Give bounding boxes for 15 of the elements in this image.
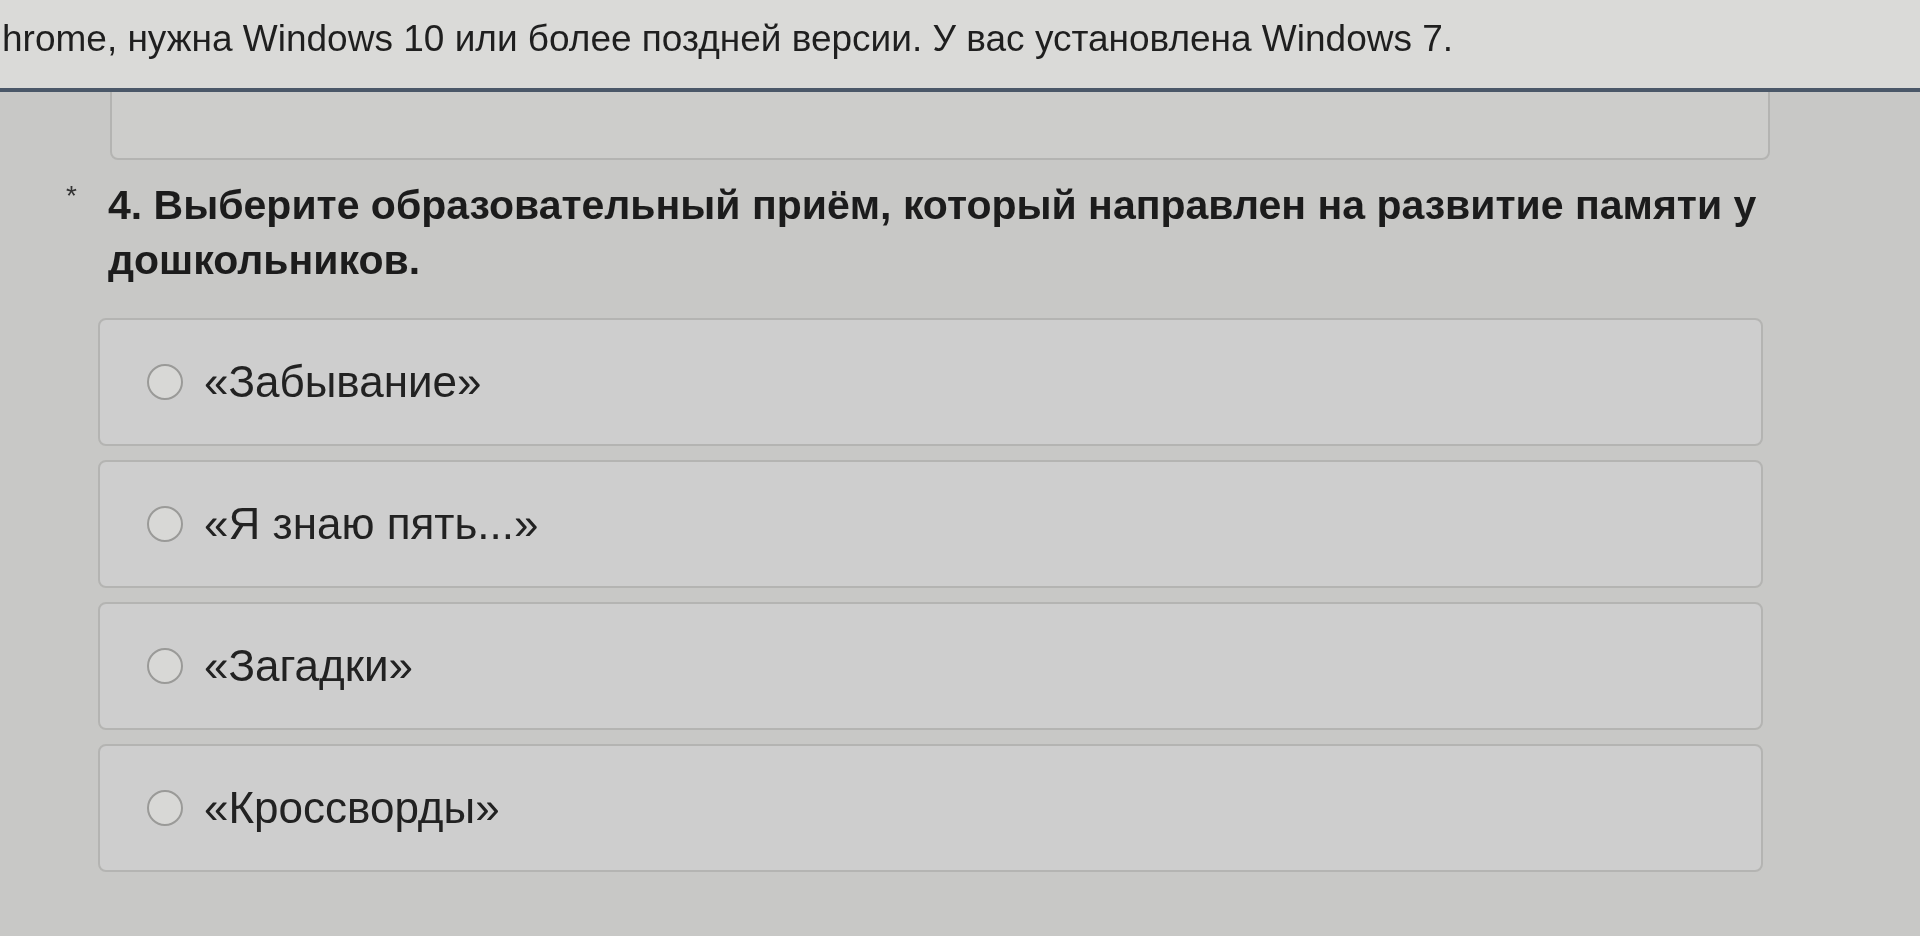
option-card[interactable]: «Забывание» (98, 318, 1763, 446)
option-card[interactable]: «Кроссворды» (98, 744, 1763, 872)
option-label: «Кроссворды» (204, 782, 500, 834)
option-label: «Забывание» (204, 356, 482, 408)
required-asterisk: * (66, 179, 78, 213)
radio-button[interactable] (146, 647, 184, 685)
option-card[interactable]: «Загадки» (98, 602, 1763, 730)
question-text: 4. Выберите образовательный приём, который направлен на развитие памяти у дошкольников. (108, 181, 1758, 285)
radio-button[interactable] (146, 505, 184, 543)
radio-button[interactable] (146, 363, 184, 401)
option-card[interactable]: «Я знаю пять...» (98, 460, 1763, 588)
option-label: «Я знаю пять...» (204, 498, 539, 550)
banner-text: hrome, нужна Windows 10 или более поздней версии. У вас установлена Windows 7. (2, 17, 1454, 62)
radio-button[interactable] (146, 789, 184, 827)
option-label: «Загадки» (204, 640, 414, 692)
